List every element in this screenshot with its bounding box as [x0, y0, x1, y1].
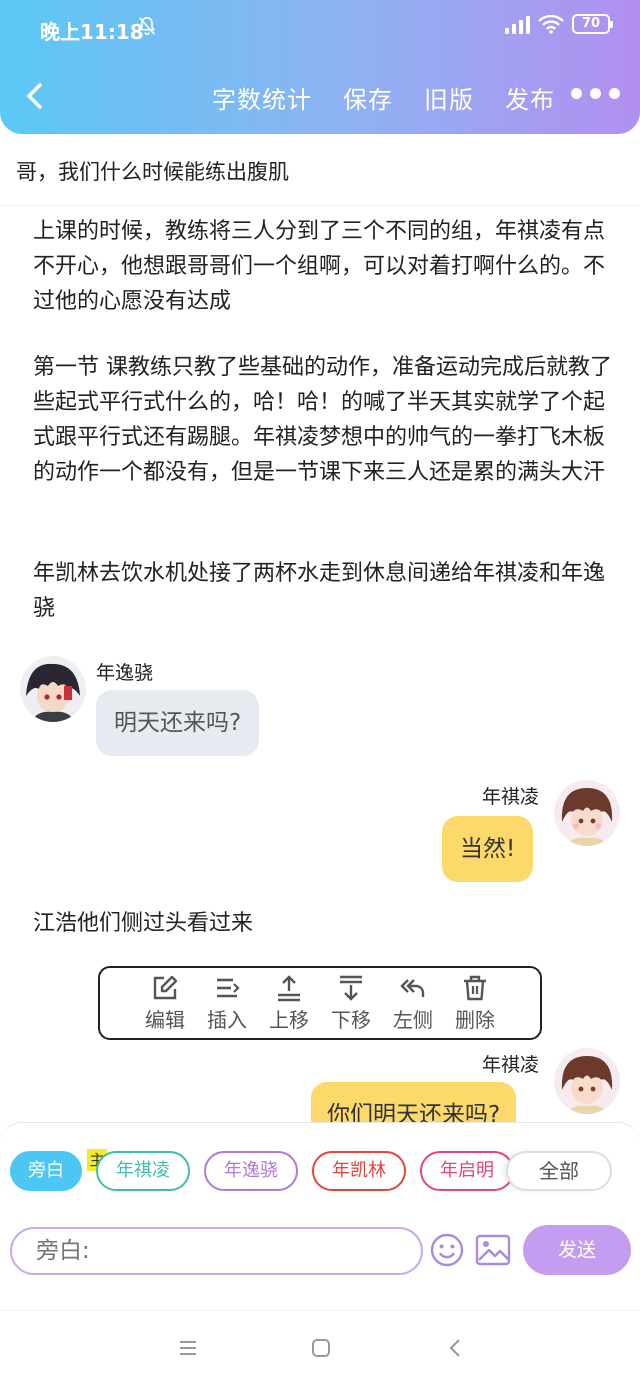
app-header: 晚上11:18 70 字数统计 保存 旧版 发布 [0, 0, 640, 134]
battery-icon: 70 [572, 14, 613, 34]
message-bubble[interactable]: 当然! [442, 816, 534, 882]
back-nav-icon[interactable] [446, 1337, 464, 1359]
edit-button[interactable]: 编辑 [136, 974, 194, 1038]
status-indicators: 70 [505, 14, 613, 34]
story-title[interactable]: 哥，我们什么时候能练出腹肌 [16, 156, 289, 186]
publish-button[interactable]: 发布 [505, 80, 555, 115]
message-bubble[interactable]: 明天还来吗? [96, 690, 260, 756]
edit-label: 编辑 [145, 1008, 185, 1032]
signal-icon [505, 14, 530, 34]
narration-paragraph[interactable]: 上课的时候，教练将三人分到了三个不同的组，年祺凌有点不开心，他想跟哥哥们一个组啊… [33, 214, 613, 319]
left-side-label: 左侧 [393, 1008, 433, 1032]
edit-icon [153, 975, 178, 1000]
emoji-icon[interactable] [430, 1233, 464, 1267]
move-up-button[interactable]: 上移 [260, 974, 318, 1038]
insert-icon [217, 978, 240, 998]
reply-left-icon [400, 979, 425, 997]
header-actions: 字数统计 保存 旧版 发布 [212, 80, 555, 115]
move-down-label: 下移 [331, 1008, 371, 1032]
character-name: 年逸骁 [96, 662, 154, 684]
narration-paragraph[interactable]: 江浩他们侧过头看过来 [33, 906, 613, 941]
move-down-icon [340, 975, 362, 1001]
system-navigation-bar [0, 1310, 640, 1387]
character-name: 年祺凌 [482, 786, 540, 808]
trash-icon [464, 975, 486, 1001]
chip-character[interactable]: 年凯林 [312, 1151, 406, 1191]
avatar[interactable] [554, 780, 620, 846]
status-time: 晚上11:18 [40, 20, 144, 44]
message-input[interactable] [10, 1227, 423, 1275]
character-name: 年祺凌 [482, 1054, 540, 1076]
save-button[interactable]: 保存 [343, 80, 393, 115]
delete-label: 删除 [455, 1008, 495, 1032]
back-button[interactable] [20, 78, 50, 114]
insert-button[interactable]: 插入 [198, 974, 256, 1038]
narration-paragraph[interactable]: 第一节 课教练只教了些基础的动作，准备运动完成后就教了些起式平行式什么的，哈！哈… [33, 350, 613, 490]
paragraph-toolbar: 编辑 插入 上移 下移 左侧 删除 [98, 966, 542, 1040]
narration-paragraph[interactable]: 年凯林去饮水机处接了两杯水走到休息间递给年祺凌和年逸骁 [33, 556, 613, 626]
wifi-icon [538, 14, 564, 34]
avatar[interactable] [554, 1048, 620, 1114]
composer-panel: 旁白 主 年祺凌 年逸骁 年凯林 年启明 全部 发送 [0, 1122, 640, 1275]
image-icon[interactable] [475, 1233, 511, 1267]
old-version-button[interactable]: 旧版 [424, 80, 474, 115]
word-count-button[interactable]: 字数统计 [212, 80, 312, 115]
chip-narrator[interactable]: 旁白 [10, 1151, 82, 1191]
send-button[interactable]: 发送 [523, 1225, 631, 1275]
move-up-icon [278, 975, 300, 1002]
left-side-button[interactable]: 左侧 [384, 974, 442, 1038]
delete-button[interactable]: 删除 [446, 974, 504, 1038]
chip-character[interactable]: 年祺凌 [96, 1151, 190, 1191]
bell-muted-icon [138, 16, 156, 36]
chip-character[interactable]: 年启明 [420, 1151, 514, 1191]
avatar[interactable] [20, 656, 86, 722]
chip-all[interactable]: 全部 [506, 1151, 612, 1191]
insert-label: 插入 [207, 1008, 247, 1032]
move-down-button[interactable]: 下移 [322, 974, 380, 1038]
story-title-bar: 哥，我们什么时候能练出腹肌 [0, 134, 640, 206]
move-up-label: 上移 [269, 1008, 309, 1032]
home-icon[interactable] [310, 1337, 332, 1359]
menu-icon[interactable] [178, 1337, 198, 1359]
more-options-icon[interactable] [571, 88, 620, 99]
chip-character[interactable]: 年逸骁 [204, 1151, 298, 1191]
